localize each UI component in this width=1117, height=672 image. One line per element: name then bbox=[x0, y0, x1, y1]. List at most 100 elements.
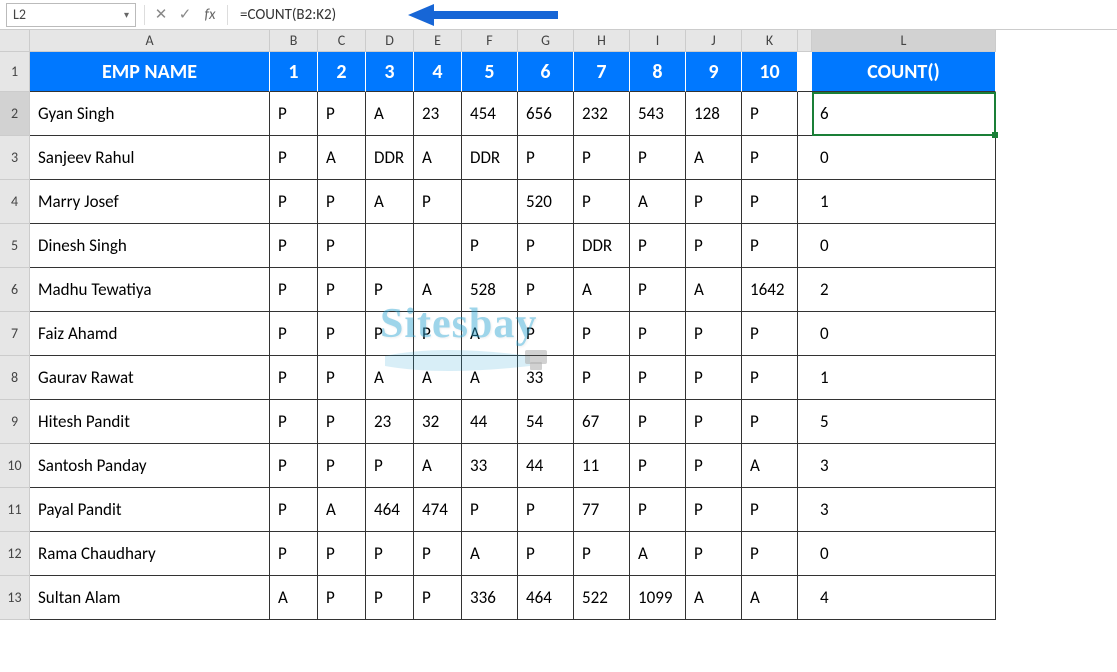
row-header[interactable]: 8 bbox=[0, 356, 30, 400]
data-cell[interactable]: 543 bbox=[630, 92, 686, 136]
data-cell[interactable]: 23 bbox=[366, 400, 414, 444]
data-cell[interactable]: P bbox=[574, 136, 630, 180]
data-cell[interactable]: P bbox=[318, 268, 366, 312]
data-cell[interactable]: P bbox=[366, 444, 414, 488]
data-cell[interactable]: 464 bbox=[366, 488, 414, 532]
data-cell[interactable]: A bbox=[686, 576, 742, 620]
count-cell[interactable]: 1 bbox=[812, 180, 996, 224]
data-cell[interactable]: P bbox=[518, 268, 574, 312]
row-header[interactable]: 4 bbox=[0, 180, 30, 224]
data-cell[interactable]: P bbox=[318, 444, 366, 488]
data-cell[interactable]: P bbox=[686, 488, 742, 532]
data-cell[interactable]: A bbox=[414, 268, 462, 312]
data-cell[interactable]: A bbox=[366, 356, 414, 400]
data-cell[interactable]: A bbox=[414, 444, 462, 488]
data-cell[interactable]: P bbox=[742, 532, 798, 576]
data-cell[interactable]: P bbox=[318, 224, 366, 268]
data-cell[interactable]: P bbox=[270, 92, 318, 136]
data-cell[interactable]: P bbox=[414, 180, 462, 224]
row-header[interactable]: 11 bbox=[0, 488, 30, 532]
data-cell[interactable]: A bbox=[742, 444, 798, 488]
header-col[interactable]: 10 bbox=[742, 52, 798, 92]
emp-name-cell[interactable]: Sultan Alam bbox=[30, 576, 270, 620]
data-cell[interactable]: 454 bbox=[462, 92, 518, 136]
data-cell[interactable]: P bbox=[318, 532, 366, 576]
cancel-icon[interactable]: ✕ bbox=[149, 5, 173, 24]
data-cell[interactable]: P bbox=[270, 356, 318, 400]
data-cell[interactable]: P bbox=[462, 488, 518, 532]
column-header[interactable]: L bbox=[812, 30, 996, 52]
column-header[interactable]: B bbox=[270, 30, 318, 52]
data-cell[interactable]: P bbox=[318, 356, 366, 400]
header-col[interactable]: 2 bbox=[318, 52, 366, 92]
row-header[interactable]: 1 bbox=[0, 52, 30, 92]
dropdown-arrow-icon[interactable]: ▾ bbox=[124, 8, 129, 21]
data-cell[interactable]: 474 bbox=[414, 488, 462, 532]
count-cell[interactable]: 0 bbox=[812, 136, 996, 180]
row-header[interactable]: 12 bbox=[0, 532, 30, 576]
data-cell[interactable]: P bbox=[366, 312, 414, 356]
column-header[interactable]: D bbox=[366, 30, 414, 52]
data-cell[interactable]: A bbox=[270, 576, 318, 620]
column-header[interactable]: I bbox=[630, 30, 686, 52]
header-col[interactable]: 3 bbox=[366, 52, 414, 92]
emp-name-cell[interactable]: Gyan Singh bbox=[30, 92, 270, 136]
data-cell[interactable]: 33 bbox=[462, 444, 518, 488]
formula-input[interactable]: =COUNT(B2:K2) bbox=[232, 3, 402, 27]
data-cell[interactable]: P bbox=[630, 444, 686, 488]
row-header[interactable]: 3 bbox=[0, 136, 30, 180]
enter-icon[interactable]: ✓ bbox=[173, 5, 197, 24]
emp-name-cell[interactable]: Santosh Panday bbox=[30, 444, 270, 488]
data-cell[interactable]: P bbox=[574, 180, 630, 224]
data-cell[interactable]: P bbox=[630, 400, 686, 444]
emp-name-cell[interactable]: Marry Josef bbox=[30, 180, 270, 224]
count-cell[interactable]: 5 bbox=[812, 400, 996, 444]
data-cell[interactable]: A bbox=[318, 136, 366, 180]
data-cell[interactable]: 336 bbox=[462, 576, 518, 620]
data-cell[interactable]: P bbox=[630, 356, 686, 400]
header-col[interactable]: 7 bbox=[574, 52, 630, 92]
row-header[interactable]: 13 bbox=[0, 576, 30, 620]
data-cell[interactable]: P bbox=[742, 312, 798, 356]
data-cell[interactable]: A bbox=[686, 136, 742, 180]
data-cell[interactable]: 32 bbox=[414, 400, 462, 444]
data-cell[interactable]: A bbox=[462, 532, 518, 576]
data-cell[interactable]: A bbox=[366, 92, 414, 136]
data-cell[interactable]: A bbox=[318, 488, 366, 532]
data-cell[interactable]: 1099 bbox=[630, 576, 686, 620]
count-cell[interactable]: 4 bbox=[812, 576, 996, 620]
data-cell[interactable]: P bbox=[518, 312, 574, 356]
data-cell[interactable]: P bbox=[518, 136, 574, 180]
data-cell[interactable]: P bbox=[742, 224, 798, 268]
data-cell[interactable]: P bbox=[270, 268, 318, 312]
data-cell[interactable]: P bbox=[270, 180, 318, 224]
data-cell[interactable]: A bbox=[686, 268, 742, 312]
data-cell[interactable]: A bbox=[742, 576, 798, 620]
emp-name-cell[interactable]: Dinesh Singh bbox=[30, 224, 270, 268]
column-header[interactable] bbox=[798, 30, 812, 52]
fx-icon[interactable]: fx bbox=[197, 6, 223, 24]
data-cell[interactable]: 1642 bbox=[742, 268, 798, 312]
data-cell[interactable]: DDR bbox=[574, 224, 630, 268]
data-cell[interactable]: P bbox=[318, 576, 366, 620]
data-cell[interactable]: P bbox=[630, 488, 686, 532]
data-cell[interactable]: P bbox=[742, 92, 798, 136]
data-cell[interactable]: DDR bbox=[366, 136, 414, 180]
column-header[interactable]: K bbox=[742, 30, 798, 52]
name-box[interactable]: L2 ▾ bbox=[6, 3, 136, 27]
row-header[interactable]: 9 bbox=[0, 400, 30, 444]
data-cell[interactable]: 232 bbox=[574, 92, 630, 136]
data-cell[interactable]: P bbox=[518, 488, 574, 532]
header-col[interactable]: 9 bbox=[686, 52, 742, 92]
data-cell[interactable]: P bbox=[270, 532, 318, 576]
data-cell[interactable]: A bbox=[462, 312, 518, 356]
data-cell[interactable]: 77 bbox=[574, 488, 630, 532]
data-cell[interactable]: P bbox=[630, 268, 686, 312]
emp-name-cell[interactable]: Sanjeev Rahul bbox=[30, 136, 270, 180]
column-header[interactable]: J bbox=[686, 30, 742, 52]
column-header[interactable]: F bbox=[462, 30, 518, 52]
data-cell[interactable]: P bbox=[414, 312, 462, 356]
data-cell[interactable]: P bbox=[742, 400, 798, 444]
data-cell[interactable]: A bbox=[414, 356, 462, 400]
data-cell[interactable]: P bbox=[270, 224, 318, 268]
